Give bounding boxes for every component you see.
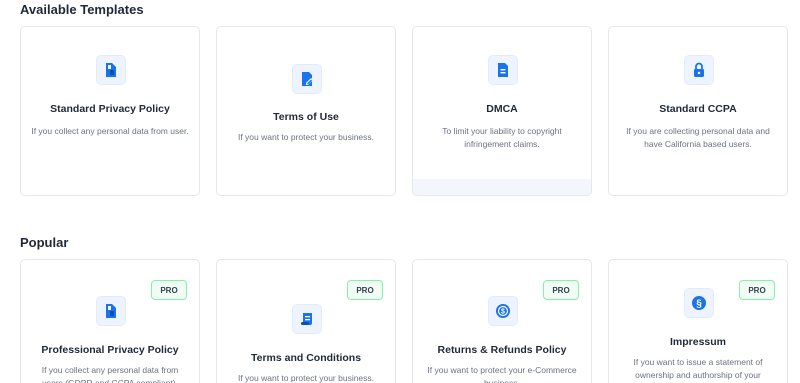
pro-badge: PRO — [151, 280, 187, 300]
template-card-standard-privacy-policy[interactable]: Standard Privacy Policy If you collect a… — [20, 26, 200, 196]
card-title: Impressum — [669, 336, 727, 348]
scroll-icon — [292, 304, 322, 334]
card-title: Standard Privacy Policy — [50, 103, 170, 115]
template-card-dmca[interactable]: DMCA To limit your liability to copyrigh… — [412, 26, 592, 196]
card-description: If you want to protect your e-Commerce b… — [427, 365, 577, 383]
popular-heading: Popular — [20, 235, 69, 250]
card-title: Standard CCPA — [659, 103, 737, 115]
document-pen-icon — [292, 64, 322, 94]
pro-badge: PRO — [543, 280, 579, 300]
card-description: To limit your liability to copyright inf… — [442, 126, 562, 149]
lock-icon — [684, 55, 714, 85]
available-templates-heading: Available Templates — [20, 2, 144, 17]
svg-text:§: § — [696, 299, 702, 310]
card-description: If you collect any personal data from us… — [31, 126, 189, 136]
card-description: If you want to protect your business. — [237, 132, 375, 142]
card-description: If you want to protect your business. — [237, 373, 375, 383]
card-description: If you are collecting personal data and … — [626, 126, 770, 149]
pro-badge: PRO — [739, 280, 775, 300]
card-title: Returns & Refunds Policy — [437, 344, 567, 356]
privacy-doc-icon — [96, 296, 126, 326]
popular-templates-grid: PRO Professional Privacy Policy If you c… — [20, 259, 788, 383]
refund-icon: $ — [488, 296, 518, 326]
card-description: If you collect any personal data from us… — [41, 365, 179, 383]
template-card-impressum[interactable]: PRO § Impressum If you want to issue a s… — [608, 259, 788, 383]
template-card-professional-privacy-policy[interactable]: PRO Professional Privacy Policy If you c… — [20, 259, 200, 383]
card-title: Professional Privacy Policy — [41, 344, 179, 356]
card-title: Terms and Conditions — [250, 352, 362, 364]
section-sign-icon: § — [684, 288, 714, 318]
template-card-terms-and-conditions[interactable]: PRO Terms and Conditions If you want to … — [216, 259, 396, 383]
privacy-doc-icon — [96, 55, 126, 85]
card-description: If you want to issue a statement of owne… — [633, 357, 763, 380]
template-card-terms-of-use[interactable]: Terms of Use If you want to protect your… — [216, 26, 396, 196]
pro-badge: PRO — [347, 280, 383, 300]
card-title: Terms of Use — [273, 111, 339, 123]
available-templates-grid: Standard Privacy Policy If you collect a… — [20, 26, 788, 196]
svg-text:$: $ — [501, 309, 505, 316]
template-card-returns-refunds-policy[interactable]: PRO $ Returns & Refunds Policy If you wa… — [412, 259, 592, 383]
card-title: DMCA — [486, 103, 518, 115]
document-lines-icon — [488, 55, 518, 85]
template-card-standard-ccpa[interactable]: Standard CCPA If you are collecting pers… — [608, 26, 788, 196]
